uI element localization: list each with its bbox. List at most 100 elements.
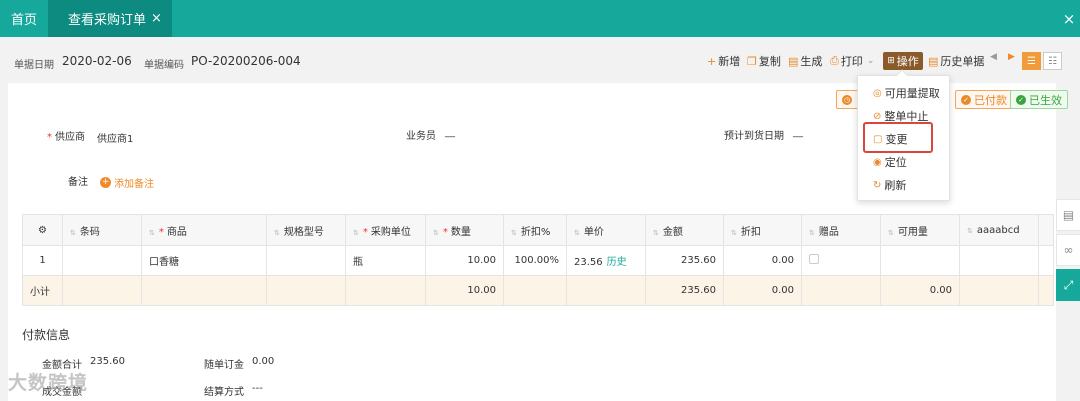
- col-spec[interactable]: ⇅ 规格型号: [266, 214, 346, 246]
- subtotal-row: 小计 10.00 235.60 0.00 0.00: [22, 275, 1054, 306]
- deposit-value[interactable]: 0.00: [252, 356, 274, 367]
- subtotal-empty: [959, 275, 1039, 306]
- code-value: PO-20200206-004: [191, 54, 301, 68]
- stop-icon: ⊘: [873, 110, 882, 122]
- subtotal-available: 0.00: [880, 275, 960, 306]
- plus-circle-icon: +: [100, 177, 111, 188]
- note-label: 备注: [68, 177, 88, 188]
- generate-label: 生成: [800, 55, 823, 68]
- list-view-button[interactable]: ☰: [1022, 52, 1041, 70]
- check-circle-icon: ✓: [1016, 94, 1026, 105]
- salesman-label: 业务员: [406, 131, 436, 142]
- total-value: 235.60: [90, 356, 125, 367]
- subtotal-empty: [62, 275, 142, 306]
- subtotal-empty: [345, 275, 426, 306]
- cell-amount[interactable]: 235.60: [645, 245, 724, 276]
- payment-title: 付款信息: [22, 328, 71, 342]
- operate-label: 操作: [896, 55, 919, 68]
- tab-home[interactable]: 首页: [0, 0, 48, 37]
- watermark: 大数跨境: [8, 372, 89, 394]
- history-button[interactable]: ▤ 历史单据: [928, 52, 984, 70]
- refresh-icon: ↻: [873, 179, 882, 191]
- subtotal-empty: [141, 275, 267, 306]
- card-view-button[interactable]: ☷: [1043, 52, 1062, 70]
- col-qty[interactable]: ⇅ * 数量: [425, 214, 504, 246]
- subtotal-empty: [801, 275, 881, 306]
- status-badge-effective: ✓ 已生效: [1010, 90, 1068, 109]
- col-gift[interactable]: ⇅ 赠品: [801, 214, 881, 246]
- tab-purchase-order[interactable]: 查看采购订单 ×: [48, 0, 172, 37]
- extract-icon: ◎: [873, 87, 882, 99]
- window-close-icon[interactable]: ×: [1058, 0, 1080, 37]
- generate-button[interactable]: ▤ 生成: [788, 52, 822, 70]
- tab-bar: 首页 查看采购订单 × ×: [0, 0, 1080, 37]
- order-lines-table: ⚙ ⇅ 条码 ⇅ * 商品 ⇅ 规格型号 ⇅ * 采购单位 ⇅ * 数量 ⇅ 折扣% ⇅ 单价 ⇅ 金…: [22, 214, 1054, 306]
- settle-value[interactable]: ---: [252, 383, 263, 394]
- prev-arrow-icon[interactable]: ◀: [990, 52, 997, 62]
- menu-item-refresh[interactable]: ↻ 刷新: [873, 177, 906, 193]
- add-note-label: 添加备注: [114, 179, 154, 190]
- effective-label: 已生效: [1029, 93, 1062, 107]
- col-barcode[interactable]: ⇅ 条码: [62, 214, 142, 246]
- tab-home-label: 首页: [10, 13, 37, 28]
- print-label: 打印: [840, 55, 863, 68]
- check-circle-icon: ✓: [961, 94, 971, 105]
- cell-custom[interactable]: [959, 245, 1039, 276]
- link-tool-icon[interactable]: ∞: [1056, 234, 1080, 266]
- col-price[interactable]: ⇅ 单价: [566, 214, 646, 246]
- tab-close-icon[interactable]: ×: [151, 11, 162, 26]
- delivery-date-value[interactable]: __: [793, 127, 803, 138]
- col-overflow: [1038, 214, 1054, 246]
- supplier-value[interactable]: 供应商1: [97, 130, 133, 145]
- new-button[interactable]: + 新增: [707, 52, 740, 70]
- menu-item-locate[interactable]: ◉ 定位: [873, 154, 907, 170]
- subtotal-empty: [566, 275, 646, 306]
- cell-discount[interactable]: 0.00: [723, 245, 802, 276]
- subtotal-discount: 0.00: [723, 275, 802, 306]
- location-icon: ◉: [873, 156, 882, 168]
- history-doc-icon: ▤: [928, 54, 939, 68]
- copy-button[interactable]: ❐ 复制: [747, 52, 781, 70]
- col-custom[interactable]: ⇅ aaaabcd: [959, 214, 1039, 246]
- tab-purchase-order-label: 查看采购订单: [68, 13, 147, 28]
- col-amount[interactable]: ⇅ 金额: [645, 214, 724, 246]
- col-product[interactable]: ⇅ * 商品: [141, 214, 267, 246]
- table-header-row: ⚙ ⇅ 条码 ⇅ * 商品 ⇅ 规格型号 ⇅ * 采购单位 ⇅ * 数量 ⇅ 折扣% ⇅ 单价 ⇅ 金…: [22, 214, 1054, 246]
- printer-icon: ⎙: [830, 54, 839, 67]
- table-row[interactable]: 1 口香糖 瓶 10.00 100.00% 23.56 历史 235.60 0.0…: [22, 245, 1054, 276]
- copy-label: 复制: [758, 55, 781, 68]
- notes-tool-icon[interactable]: ▤: [1056, 199, 1080, 231]
- operate-button[interactable]: ⊞ 操作: [883, 52, 923, 70]
- price-history-link[interactable]: 历史: [607, 257, 627, 268]
- cell-spec[interactable]: [266, 245, 346, 276]
- cell-price[interactable]: 23.56 历史: [566, 245, 646, 276]
- date-label: 单据日期: [14, 60, 54, 71]
- paid-label: 已付款: [974, 93, 1007, 107]
- cell-available: [880, 245, 960, 276]
- cell-discount-pct[interactable]: 100.00%: [503, 245, 567, 276]
- print-button[interactable]: ⎙ 打印 ⌄: [830, 52, 874, 70]
- next-arrow-icon[interactable]: ▶: [1008, 52, 1015, 62]
- gift-checkbox[interactable]: [809, 254, 819, 264]
- document-icon: ▤: [788, 54, 799, 68]
- expand-tool-icon[interactable]: ⤢: [1056, 269, 1080, 301]
- column-settings-icon[interactable]: ⚙: [22, 214, 63, 246]
- supplier-label: * 供应商: [47, 132, 85, 143]
- add-note-button[interactable]: + 添加备注: [100, 175, 154, 190]
- salesman-value[interactable]: __: [445, 127, 455, 138]
- new-label: 新增: [718, 55, 741, 68]
- col-unit[interactable]: ⇅ * 采购单位: [345, 214, 426, 246]
- plus-icon: +: [707, 54, 717, 68]
- menu-item-available-extract[interactable]: ◎ 可用量提取: [873, 85, 940, 101]
- cell-unit[interactable]: 瓶: [345, 245, 426, 276]
- col-discount-pct[interactable]: ⇅ 折扣%: [503, 214, 567, 246]
- col-available[interactable]: ⇅ 可用量: [880, 214, 960, 246]
- subtotal-empty: [503, 275, 567, 306]
- cell-qty[interactable]: 10.00: [425, 245, 504, 276]
- cell-overflow: [1038, 245, 1054, 276]
- cell-barcode[interactable]: [62, 245, 142, 276]
- cell-product[interactable]: 口香糖: [141, 245, 267, 276]
- status-badge-paid: ✓ 已付款: [955, 90, 1013, 109]
- col-discount[interactable]: ⇅ 折扣: [723, 214, 802, 246]
- cell-gift[interactable]: [801, 245, 881, 276]
